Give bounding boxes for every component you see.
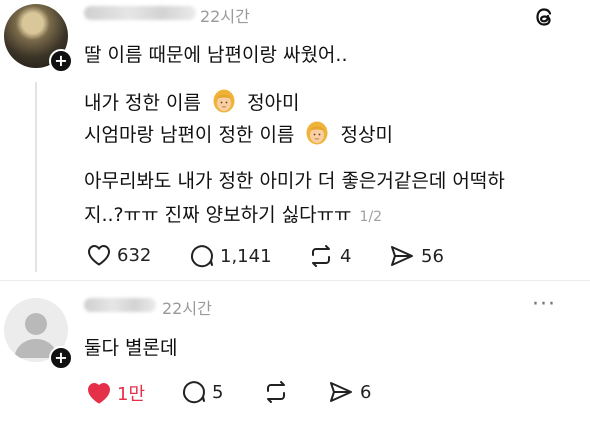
woman-emoji-icon <box>213 89 235 113</box>
comment-icon <box>191 245 213 268</box>
theirs-label: 시엄마랑 남편이 정한 이름 <box>84 124 295 146</box>
mine-label: 내가 정한 이름 <box>84 92 201 114</box>
reply-text: 둘다 별론데 <box>84 337 178 359</box>
post-body-line2: 지..?ㅠㅠ 진짜 양보하기 싫다ㅠㅠ <box>84 204 352 226</box>
share-button[interactable]: 56 <box>389 244 444 268</box>
post-mine-row: 내가 정한 이름 정아미 <box>84 88 300 115</box>
repost-button[interactable]: 4 <box>308 244 351 268</box>
post-body-line1: 아무리봐도 내가 정한 아미가 더 좋은거같은데 어떡하 <box>84 170 505 192</box>
repost-icon <box>312 245 330 267</box>
author-name-blurred[interactable] <box>84 6 196 20</box>
more-options-icon[interactable]: ··· <box>532 292 556 317</box>
page-indicator: 1/2 <box>359 209 383 225</box>
reply-repost-button[interactable] <box>263 380 289 404</box>
heart-icon <box>88 383 110 404</box>
repost-count: 4 <box>340 245 352 267</box>
like-button[interactable]: 632 <box>87 244 151 266</box>
woman-emoji-icon <box>306 121 328 145</box>
follow-plus-icon[interactable]: + <box>49 49 73 73</box>
reply-author-name-blurred[interactable] <box>84 298 156 312</box>
reply-share-count: 6 <box>360 381 372 403</box>
comment-button[interactable]: 1,141 <box>190 244 272 268</box>
comment-icon <box>183 381 205 404</box>
send-icon <box>391 246 413 266</box>
heart-icon <box>88 245 110 266</box>
post-time: 22시간 <box>200 7 250 26</box>
post-body-line2-row: 지..?ㅠㅠ 진짜 양보하기 싫다ㅠㅠ 1/2 <box>84 200 382 227</box>
reply-time: 22시간 <box>162 299 212 318</box>
post-theirs-row: 시엄마랑 남편이 정한 이름 정상미 <box>84 120 393 147</box>
thread-connector-line <box>35 82 37 272</box>
reply-comment-button[interactable]: 5 <box>182 380 223 404</box>
mine-name: 정아미 <box>247 92 300 114</box>
reply-like-count: 1만 <box>117 384 146 405</box>
like-count: 632 <box>117 244 152 266</box>
reply-comment-count: 5 <box>212 381 224 403</box>
follow-plus-icon[interactable]: + <box>49 346 73 370</box>
share-count: 56 <box>421 245 444 267</box>
reply-share-button[interactable]: 6 <box>328 380 371 404</box>
threads-icon[interactable] <box>531 4 557 30</box>
send-icon <box>330 382 352 402</box>
theirs-name: 정상미 <box>340 124 393 146</box>
divider <box>0 280 590 281</box>
comment-count: 1,141 <box>220 245 272 267</box>
reply-like-button[interactable]: 1만 <box>87 380 145 406</box>
post-text-line1: 딸 이름 때문에 남편이랑 싸웠어.. <box>84 44 348 66</box>
repost-icon <box>267 381 285 403</box>
